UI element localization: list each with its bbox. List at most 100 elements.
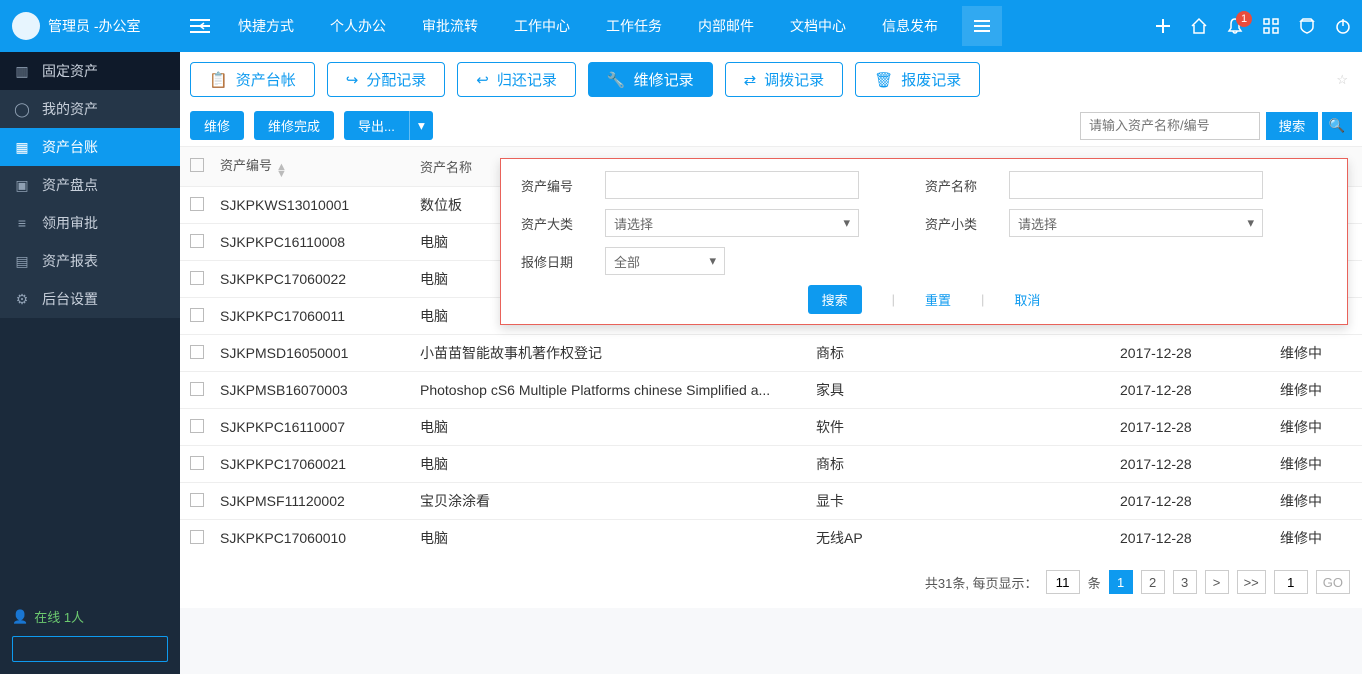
cell-category: 无线AP xyxy=(816,528,1120,548)
row-checkbox[interactable] xyxy=(190,234,204,248)
star-icon[interactable]: ☆ xyxy=(1336,72,1352,88)
cell-name: 小苗苗智能故事机著作权登记 xyxy=(420,343,816,363)
row-checkbox[interactable] xyxy=(190,197,204,211)
nav-approval[interactable]: 审批流转 xyxy=(404,0,496,52)
sidebar-item-ledger[interactable]: ▦资产台账 xyxy=(0,128,180,166)
ledger-icon: ▦ xyxy=(14,139,30,156)
repair-done-button[interactable]: 维修完成 xyxy=(254,111,334,140)
col-id-header[interactable]: 资产编号▲▼ xyxy=(220,155,420,178)
row-checkbox[interactable] xyxy=(190,271,204,285)
home-icon[interactable] xyxy=(1190,17,1208,35)
cell-id: SJKPKPC16110007 xyxy=(220,419,420,435)
goto-input[interactable] xyxy=(1274,570,1308,594)
user-info[interactable]: 管理员 -办公室 xyxy=(0,12,180,40)
tab-assign[interactable]: ↪分配记录 xyxy=(327,62,446,97)
search-button[interactable]: 搜索 xyxy=(1266,112,1318,140)
sidebar-search-input[interactable] xyxy=(19,642,196,657)
go-button[interactable]: GO xyxy=(1316,570,1350,594)
sidebar-item-label: 固定资产 xyxy=(42,61,98,81)
record-tabs: 📋资产台帐 ↪分配记录 ↩归还记录 🔧维修记录 ⇄调拨记录 🗑报废记录 ☆ xyxy=(180,52,1362,105)
nav-personal[interactable]: 个人办公 xyxy=(312,0,404,52)
cell-date: 2017-12-28 xyxy=(1120,493,1280,509)
page-3[interactable]: 3 xyxy=(1173,570,1197,594)
adv-cancel-link[interactable]: 取消 xyxy=(1014,290,1040,309)
page-2[interactable]: 2 xyxy=(1141,570,1165,594)
row-checkbox[interactable] xyxy=(190,382,204,396)
cell-id: SJKPKPC17060021 xyxy=(220,456,420,472)
page-next[interactable]: > xyxy=(1205,570,1229,594)
nav-tasks[interactable]: 工作任务 xyxy=(588,0,680,52)
search-input[interactable] xyxy=(1080,112,1260,140)
tab-scrap[interactable]: 🗑报废记录 xyxy=(855,62,980,97)
nav-publish[interactable]: 信息发布 xyxy=(864,0,956,52)
sidebar-item-fixed-assets[interactable]: ▥ 固定资产 xyxy=(0,52,180,90)
adv-date-select[interactable]: 全部▾ xyxy=(605,247,725,275)
sidebar-item-settings[interactable]: ⚙后台设置 xyxy=(0,280,180,318)
cell-id: SJKPKPC17060011 xyxy=(220,308,420,324)
sidebar-item-my-assets[interactable]: ◯我的资产 xyxy=(0,90,180,128)
list-icon: ▥ xyxy=(14,63,30,80)
per-page-input[interactable] xyxy=(1046,570,1080,594)
table-row[interactable]: SJKPKPC17060021电脑商标2017-12-28维修中 xyxy=(180,445,1362,482)
export-caret[interactable]: ▾ xyxy=(409,111,433,140)
row-checkbox[interactable] xyxy=(190,530,204,544)
tab-repair[interactable]: 🔧维修记录 xyxy=(588,62,713,97)
plus-icon[interactable] xyxy=(1154,17,1172,35)
table-row[interactable]: SJKPKPC17060010电脑无线AP2017-12-28维修中 xyxy=(180,519,1362,556)
table-row[interactable]: SJKPMSD16050001小苗苗智能故事机著作权登记商标2017-12-28… xyxy=(180,334,1362,371)
table-row[interactable]: SJKPKPC16110007电脑软件2017-12-28维修中 xyxy=(180,408,1362,445)
tab-ledger[interactable]: 📋资产台帐 xyxy=(190,62,315,97)
nav-docs[interactable]: 文档中心 xyxy=(772,0,864,52)
adv-minor-select[interactable]: 请选择▾ xyxy=(1009,209,1263,237)
select-all-checkbox[interactable] xyxy=(190,158,204,172)
theme-icon[interactable] xyxy=(1298,17,1316,35)
nav-more-icon[interactable] xyxy=(962,6,1002,46)
tab-transfer[interactable]: ⇄调拨记录 xyxy=(725,62,844,97)
cell-id: SJKPMSD16050001 xyxy=(220,345,420,361)
adv-reset-link[interactable]: 重置 xyxy=(925,290,951,309)
bell-icon[interactable]: 1 xyxy=(1226,17,1244,35)
table-row[interactable]: SJKPMSB16070003Photoshop cS6 Multiple Pl… xyxy=(180,371,1362,408)
row-checkbox[interactable] xyxy=(190,456,204,470)
adv-name-input[interactable] xyxy=(1009,171,1263,199)
row-checkbox[interactable] xyxy=(190,345,204,359)
chevron-down-icon: ▾ xyxy=(709,253,716,269)
adv-major-select[interactable]: 请选择▾ xyxy=(605,209,859,237)
sidebar-item-report[interactable]: ▤资产报表 xyxy=(0,242,180,280)
cell-name: 电脑 xyxy=(420,454,816,474)
nav-workcenter[interactable]: 工作中心 xyxy=(496,0,588,52)
avatar xyxy=(12,12,40,40)
nav-shortcut[interactable]: 快捷方式 xyxy=(220,0,312,52)
row-checkbox[interactable] xyxy=(190,419,204,433)
adv-minor-label: 资产小类 xyxy=(919,214,999,233)
sidebar-item-inventory[interactable]: ▣资产盘点 xyxy=(0,166,180,204)
power-icon[interactable] xyxy=(1334,17,1352,35)
adv-search-button[interactable]: 搜索 xyxy=(808,285,862,314)
page-1[interactable]: 1 xyxy=(1109,570,1133,594)
cell-id: SJKPMSF11120002 xyxy=(220,493,420,509)
cell-status: 维修中 xyxy=(1280,528,1350,548)
export-button[interactable]: 导出... xyxy=(344,111,409,140)
advanced-search-toggle[interactable]: 🔍 xyxy=(1322,112,1352,140)
sidebar-item-label: 资产盘点 xyxy=(42,175,98,195)
header-right: 1 xyxy=(1154,17,1362,35)
collapse-icon[interactable] xyxy=(180,18,220,34)
repair-button[interactable]: 维修 xyxy=(190,111,244,140)
row-checkbox[interactable] xyxy=(190,308,204,322)
user-name: 管理员 -办公室 xyxy=(48,16,141,36)
table-row[interactable]: SJKPMSF11120002宝贝涂涂看显卡2017-12-28维修中 xyxy=(180,482,1362,519)
cell-category: 商标 xyxy=(816,343,1120,363)
sidebar-item-label: 后台设置 xyxy=(42,289,98,309)
clipboard-icon: 📋 xyxy=(209,71,228,89)
sidebar-search[interactable]: 🔍 xyxy=(12,636,168,662)
page-last[interactable]: >> xyxy=(1237,570,1266,594)
nav-mail[interactable]: 内部邮件 xyxy=(680,0,772,52)
tab-return[interactable]: ↩归还记录 xyxy=(457,62,576,97)
chevron-down-icon: ▾ xyxy=(1247,215,1254,231)
apps-icon[interactable] xyxy=(1262,17,1280,35)
adv-code-input[interactable] xyxy=(605,171,859,199)
row-checkbox[interactable] xyxy=(190,493,204,507)
online-status[interactable]: 👤在线 1人 xyxy=(12,607,168,626)
pager-total: 共31条, 每页显示： xyxy=(925,573,1038,592)
sidebar-item-approval[interactable]: ≡领用审批 xyxy=(0,204,180,242)
